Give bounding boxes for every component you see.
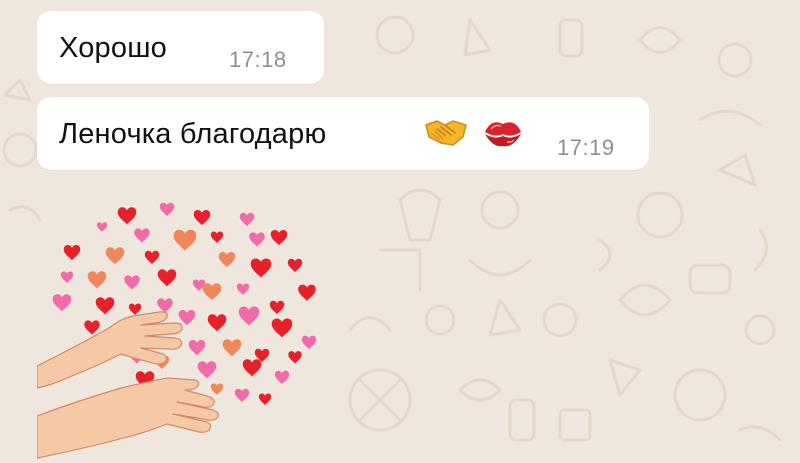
message-timestamp: 17:18 — [229, 47, 287, 72]
handshake-emoji-icon — [425, 120, 467, 146]
message-text: Леночка благодарю — [59, 118, 327, 150]
kiss-mark-emoji-icon — [485, 122, 521, 147]
message-timestamp: 17:19 — [557, 135, 615, 160]
message-bubble-1[interactable]: Хорошо 17:18 — [37, 11, 324, 84]
message-bubble-2[interactable]: Леночка благодарю 17:19 — [37, 97, 649, 170]
hands-with-hearts-sticker[interactable] — [37, 196, 327, 463]
message-text: Хорошо — [59, 32, 167, 64]
hands — [37, 311, 219, 459]
